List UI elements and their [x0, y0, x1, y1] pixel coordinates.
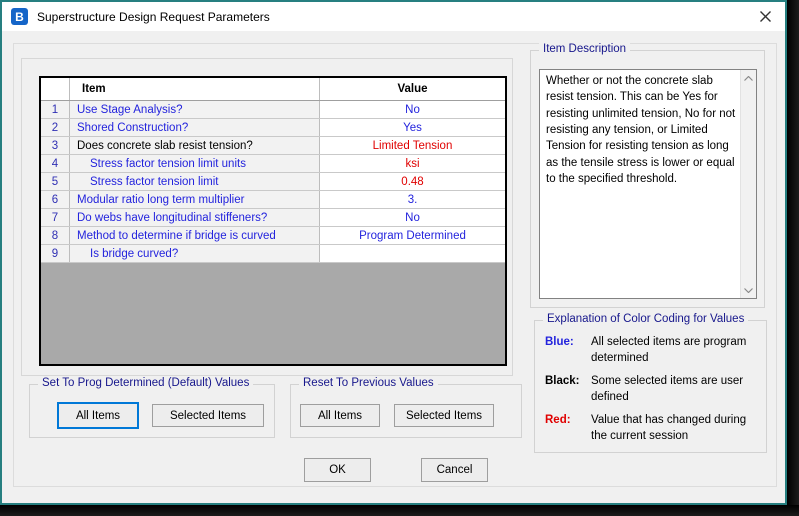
title-bar[interactable]: B Superstructure Design Request Paramete…	[2, 2, 785, 31]
superstructure-design-request-parameters-dialog: B Superstructure Design Request Paramete…	[0, 0, 787, 505]
row-number: 6	[41, 191, 70, 208]
ok-button[interactable]: OK	[304, 458, 371, 482]
row-number: 1	[41, 101, 70, 118]
reset-previous-selected-items-button[interactable]: Selected Items	[394, 404, 494, 427]
legend-text: Value that has changed during the curren…	[591, 413, 759, 444]
row-value-cell[interactable]: Yes	[320, 119, 505, 136]
header-number-column	[41, 78, 70, 100]
table-header-row: Item Value	[41, 78, 505, 101]
table-row[interactable]: 3Does concrete slab resist tension?Limit…	[41, 137, 505, 155]
item-description-group-label: Item Description	[539, 43, 630, 55]
row-value-cell[interactable]: 3.	[320, 191, 505, 208]
row-value-cell[interactable]	[320, 245, 505, 262]
table-row[interactable]: 5Stress factor tension limit0.48	[41, 173, 505, 191]
row-value-cell[interactable]: ksi	[320, 155, 505, 172]
set-default-selected-items-button[interactable]: Selected Items	[152, 404, 264, 427]
row-item-label: Stress factor tension limit	[70, 173, 320, 190]
scroll-up-icon[interactable]	[741, 70, 756, 86]
row-number: 7	[41, 209, 70, 226]
table-row[interactable]: 8Method to determine if bridge is curved…	[41, 227, 505, 245]
window-drop-shadow	[0, 505, 799, 516]
legend-row: Red:Value that has changed during the cu…	[545, 413, 766, 444]
row-value-cell[interactable]: No	[320, 101, 505, 118]
item-description-group: Item Description Whether or not the conc…	[530, 50, 765, 308]
header-value: Value	[320, 78, 505, 100]
legend-key: Blue:	[545, 335, 591, 366]
legend-key: Red:	[545, 413, 591, 444]
row-number: 2	[41, 119, 70, 136]
table-row[interactable]: 7Do webs have longitudinal stiffeners?No	[41, 209, 505, 227]
window-drop-shadow	[787, 0, 799, 516]
table-row[interactable]: 4Stress factor tension limit unitsksi	[41, 155, 505, 173]
row-number: 9	[41, 245, 70, 262]
row-item-label: Does concrete slab resist tension?	[70, 137, 320, 154]
row-value-cell[interactable]: No	[320, 209, 505, 226]
row-number: 4	[41, 155, 70, 172]
cancel-button[interactable]: Cancel	[421, 458, 488, 482]
row-value-cell[interactable]: Program Determined	[320, 227, 505, 244]
legend-text: All selected items are program determine…	[591, 335, 759, 366]
scroll-down-icon[interactable]	[741, 282, 756, 298]
row-value-cell[interactable]: Limited Tension	[320, 137, 505, 154]
legend-row: Black:Some selected items are user defin…	[545, 374, 766, 405]
row-number: 3	[41, 137, 70, 154]
table-row[interactable]: 9Is bridge curved?	[41, 245, 505, 263]
row-item-label: Modular ratio long term multiplier	[70, 191, 320, 208]
color-coding-legend-group: Explanation of Color Coding for Values B…	[534, 320, 767, 453]
table-body: 1Use Stage Analysis?No2Shored Constructi…	[41, 101, 505, 263]
description-scrollbar[interactable]	[740, 70, 756, 298]
row-item-label: Do webs have longitudinal stiffeners?	[70, 209, 320, 226]
item-description-textbox[interactable]: Whether or not the concrete slab resist …	[539, 69, 757, 299]
row-number: 5	[41, 173, 70, 190]
legend-key: Black:	[545, 374, 591, 405]
parameter-table: Item Value 1Use Stage Analysis?No2Shored…	[39, 76, 507, 366]
row-item-label: Use Stage Analysis?	[70, 101, 320, 118]
set-default-values-group-label: Set To Prog Determined (Default) Values	[38, 377, 253, 389]
row-value-cell[interactable]: 0.48	[320, 173, 505, 190]
close-button[interactable]	[745, 2, 785, 31]
table-row[interactable]: 2Shored Construction?Yes	[41, 119, 505, 137]
set-default-all-items-button[interactable]: All Items	[57, 402, 139, 429]
row-item-label: Stress factor tension limit units	[70, 155, 320, 172]
row-item-label: Shored Construction?	[70, 119, 320, 136]
legend-row: Blue:All selected items are program dete…	[545, 335, 766, 366]
reset-previous-all-items-button[interactable]: All Items	[300, 404, 380, 427]
reset-previous-values-group-label: Reset To Previous Values	[299, 377, 438, 389]
legend-text: Some selected items are user defined	[591, 374, 759, 405]
header-item: Item	[70, 78, 320, 100]
table-row[interactable]: 1Use Stage Analysis?No	[41, 101, 505, 119]
close-icon	[759, 10, 772, 23]
desktop-background: B Superstructure Design Request Paramete…	[0, 0, 799, 516]
window-title: Superstructure Design Request Parameters	[37, 10, 270, 24]
row-item-label: Is bridge curved?	[70, 245, 320, 262]
item-description-text: Whether or not the concrete slab resist …	[540, 70, 740, 298]
color-coding-legend-label: Explanation of Color Coding for Values	[543, 313, 748, 325]
row-item-label: Method to determine if bridge is curved	[70, 227, 320, 244]
table-row[interactable]: 6Modular ratio long term multiplier3.	[41, 191, 505, 209]
row-number: 8	[41, 227, 70, 244]
legend-body: Blue:All selected items are program dete…	[535, 321, 766, 444]
app-icon: B	[11, 8, 28, 25]
